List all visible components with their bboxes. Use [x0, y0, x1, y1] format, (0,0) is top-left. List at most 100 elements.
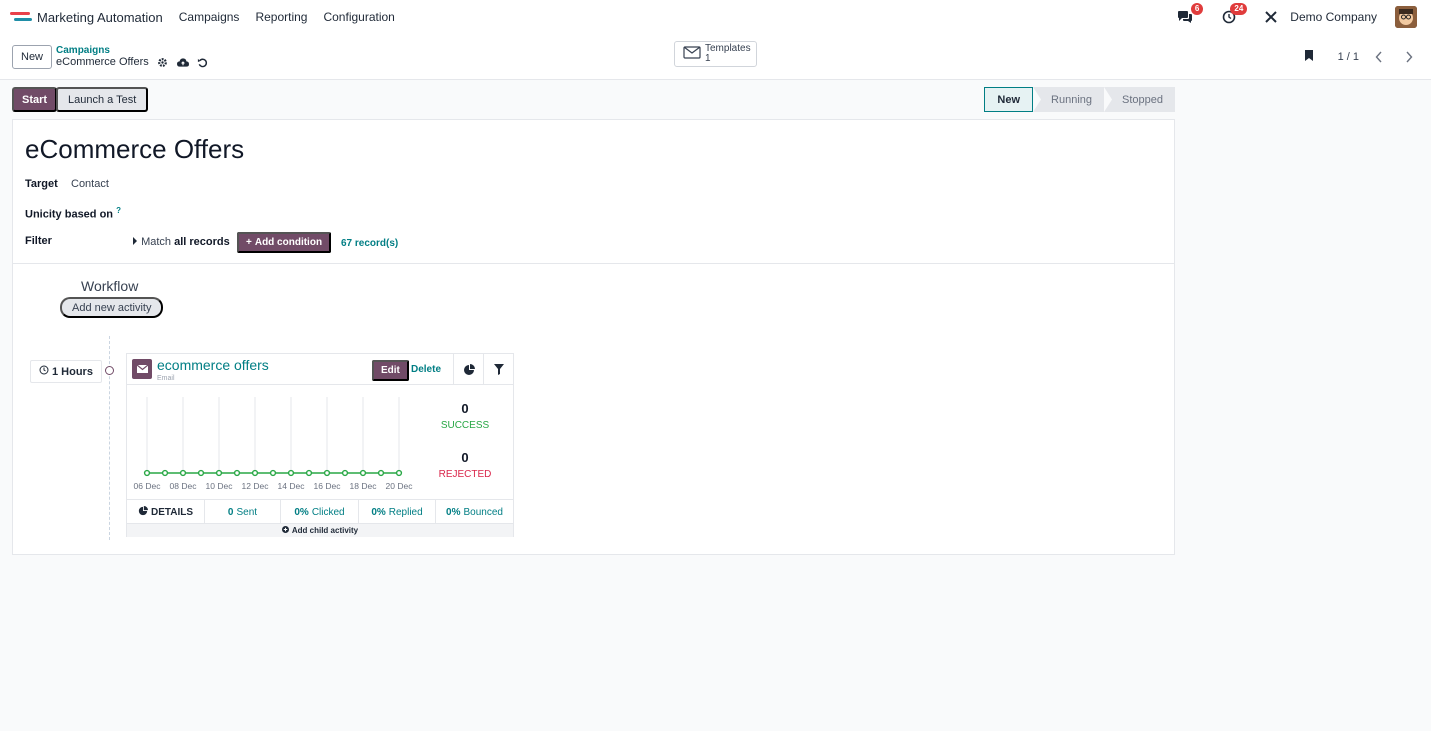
top-navbar: Marketing Automation Campaigns Reporting… [0, 0, 1431, 34]
chart-tick-label: 10 Dec [206, 481, 234, 491]
chart-data-point[interactable] [197, 469, 205, 477]
activity-card-header: ecommerce offers Email Edit Delete [127, 354, 513, 385]
launch-test-button[interactable]: Launch a Test [56, 87, 149, 112]
chart-tick-label: 12 Dec [242, 481, 270, 491]
chart-data-point[interactable] [251, 469, 259, 477]
chart-data-point[interactable] [179, 469, 187, 477]
activity-stats-footer: DETAILS 0 Sent 0% Clicked 0% Replied 0% Boun… [127, 499, 513, 524]
records-count-link[interactable]: 67 record(s) [341, 238, 398, 249]
cloud-upload-icon[interactable] [176, 56, 189, 68]
trigger-label: 1 Hours [52, 365, 93, 378]
target-value[interactable]: Contact [71, 178, 109, 190]
pager-next-icon[interactable] [1399, 47, 1419, 67]
user-avatar[interactable] [1395, 6, 1417, 28]
chart-tick-label: 16 Dec [314, 481, 342, 491]
stage-new[interactable]: New [984, 87, 1034, 112]
filter-label: Filter [25, 235, 52, 247]
breadcrumb-campaigns[interactable]: Campaigns [56, 45, 209, 56]
add-new-activity-button[interactable]: Add new activity [60, 297, 164, 318]
delete-activity-button[interactable]: Delete [411, 364, 441, 375]
pie-chart-icon[interactable] [453, 354, 483, 385]
add-condition-label: Add condition [254, 237, 323, 248]
timeline-node [105, 366, 114, 375]
help-tooltip-icon[interactable]: ? [116, 206, 121, 215]
campaign-name-field[interactable]: eCommerce Offers [25, 134, 244, 165]
match-prefix: Match [141, 236, 172, 248]
filter-icon[interactable] [483, 354, 513, 385]
pager-value[interactable]: 1 / 1 [1338, 51, 1359, 63]
activity-card: ecommerce offers Email Edit Delete 06 De… [126, 353, 514, 537]
chart-tick-label: 20 Dec [386, 481, 414, 491]
chart-data-point[interactable] [143, 469, 151, 477]
clicked-stat[interactable]: 0% Clicked [281, 500, 359, 524]
caret-right-icon[interactable] [132, 236, 138, 248]
chart-data-point[interactable] [377, 469, 385, 477]
plus-circle-icon [281, 526, 289, 535]
success-label[interactable]: SUCCESS [427, 420, 503, 431]
sent-stat[interactable]: 0 Sent [205, 500, 281, 524]
form-header-section: eCommerce Offers Target Contact Unicity … [13, 120, 1174, 264]
envelope-icon [132, 359, 152, 379]
chart-data-point[interactable] [287, 469, 295, 477]
bounced-stat[interactable]: 0% Bounced [436, 500, 513, 524]
chart-tick-label: 18 Dec [350, 481, 378, 491]
add-condition-button[interactable]: + Add condition [237, 232, 332, 253]
envelope-icon [683, 46, 701, 62]
chart-data-point[interactable] [341, 469, 349, 477]
gear-icon[interactable] [157, 56, 169, 68]
company-switcher[interactable]: Demo Company [1290, 10, 1377, 24]
unicity-label: Unicity based on ? [25, 206, 121, 221]
messages-icon[interactable]: 6 [1176, 3, 1204, 25]
menu-campaigns[interactable]: Campaigns [179, 10, 240, 24]
control-panel: New Campaigns eCommerce Offers Templates… [0, 34, 1431, 80]
chart-tick-label: 14 Dec [278, 481, 306, 491]
chart-data-point[interactable] [395, 469, 403, 477]
activity-trend-chart: 06 Dec 08 Dec 10 Dec 12 Dec 14 Dec 16 Dec 18 D… [134, 397, 414, 491]
workflow-title: Workflow [81, 278, 139, 294]
templates-smart-button[interactable]: Templates 1 [674, 41, 757, 67]
stage-stopped[interactable]: Stopped [1104, 87, 1175, 112]
details-button[interactable]: DETAILS [127, 500, 205, 524]
chart-data-point[interactable] [215, 469, 223, 477]
stage-statusbar: New Running Stopped [984, 87, 1175, 112]
pie-chart-icon [138, 505, 148, 519]
plus-icon: + [246, 237, 252, 248]
activity-type: Email [157, 375, 175, 382]
add-child-activity-button[interactable]: Add child activity [127, 523, 513, 537]
chart-data-point[interactable] [323, 469, 331, 477]
messages-badge: 6 [1190, 3, 1204, 15]
pager: 1 / 1 [1304, 34, 1419, 80]
form-sheet: eCommerce Offers Target Contact Unicity … [12, 119, 1175, 555]
details-label: DETAILS [150, 506, 194, 518]
debug-tools-icon[interactable] [1262, 9, 1280, 25]
stage-running[interactable]: Running [1033, 87, 1105, 112]
app-name[interactable]: Marketing Automation [37, 10, 163, 25]
replied-stat[interactable]: 0% Replied [359, 500, 436, 524]
chart-data-point[interactable] [305, 469, 313, 477]
success-count: 0 [461, 401, 469, 416]
discard-undo-icon[interactable] [197, 56, 209, 68]
app-logo-icon[interactable] [10, 10, 32, 24]
pager-previous-icon[interactable] [1369, 47, 1389, 67]
activities-badge: 24 [1230, 3, 1248, 15]
trigger-interval: 1 Hours [30, 360, 102, 383]
filter-match[interactable]: Match all records [132, 236, 230, 248]
activities-clock-icon[interactable]: 24 [1220, 3, 1248, 25]
bookmark-icon[interactable] [1304, 49, 1314, 65]
start-button[interactable]: Start [12, 87, 58, 112]
add-child-label: Add child activity [291, 526, 359, 535]
edit-activity-button[interactable]: Edit [372, 360, 409, 381]
templates-count: 1 [705, 53, 711, 64]
new-button[interactable]: New [12, 44, 53, 69]
menu-reporting[interactable]: Reporting [255, 10, 307, 24]
templates-label: Templates [705, 43, 751, 54]
activity-name[interactable]: ecommerce offers [157, 357, 269, 373]
chart-data-point[interactable] [359, 469, 367, 477]
chart-data-point[interactable] [233, 469, 241, 477]
menu-configuration[interactable]: Configuration [323, 10, 394, 24]
chart-data-point[interactable] [269, 469, 277, 477]
match-value: all records [174, 236, 230, 248]
chart-data-point[interactable] [161, 469, 169, 477]
rejected-label[interactable]: REJECTED [427, 469, 503, 480]
rejected-count: 0 [461, 450, 469, 465]
